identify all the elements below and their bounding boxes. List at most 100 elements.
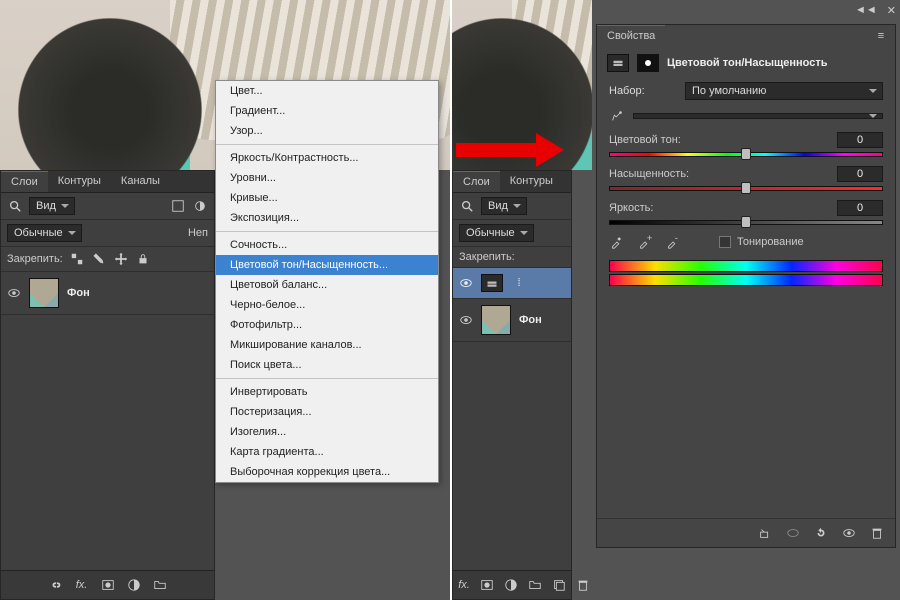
menu-item[interactable]: Инвертировать	[216, 382, 438, 402]
menu-item[interactable]: Яркость/Контрастность...	[216, 148, 438, 168]
color-range-select[interactable]	[633, 113, 883, 119]
blend-mode-select[interactable]: Обычные	[459, 224, 534, 242]
menu-item[interactable]: Сочность...	[216, 235, 438, 255]
saturation-label: Насыщенность:	[609, 168, 689, 180]
lock-paint-icon[interactable]	[91, 251, 107, 267]
adjustment-type-icon	[607, 54, 629, 72]
search-icon	[459, 198, 475, 214]
output-hue-strip	[609, 274, 883, 286]
input-hue-strip	[609, 260, 883, 272]
blend-mode-select[interactable]: Обычные	[7, 224, 82, 242]
menu-item[interactable]: Градиент...	[216, 101, 438, 121]
lock-label: Закрепить:	[7, 253, 63, 265]
svg-text:-: -	[675, 235, 678, 244]
tab-layers[interactable]: Слои	[1, 171, 48, 192]
panel-chrome: ◄◄ ✕	[855, 4, 896, 17]
lightness-value[interactable]: 0	[837, 200, 883, 216]
collapse-icon[interactable]: ◄◄	[855, 4, 877, 17]
menu-item[interactable]: Поиск цвета...	[216, 355, 438, 375]
layer-name: Фон	[519, 314, 542, 326]
preset-select[interactable]: По умолчанию	[685, 82, 883, 100]
fx-icon[interactable]: fx.	[74, 577, 90, 593]
trash-icon[interactable]	[869, 525, 885, 541]
eyedropper-icon[interactable]	[609, 234, 625, 250]
clip-to-layer-icon[interactable]	[757, 525, 773, 541]
menu-item[interactable]: Цветовой тон/Насыщенность...	[216, 255, 438, 275]
menu-item[interactable]: Выборочная коррекция цвета...	[216, 462, 438, 482]
layer-mask-icon[interactable]	[637, 54, 659, 72]
menu-item[interactable]: Экспозиция...	[216, 208, 438, 228]
lock-transparent-icon[interactable]	[69, 251, 85, 267]
properties-title: Цветовой тон/Насыщенность	[667, 57, 828, 69]
eye-icon[interactable]	[7, 286, 21, 300]
tab-properties[interactable]: Свойства	[597, 25, 665, 46]
lock-move-icon[interactable]	[113, 251, 129, 267]
lightness-slider[interactable]	[609, 216, 883, 226]
lightness-label: Яркость:	[609, 202, 653, 214]
layer-thumbnail	[481, 305, 511, 335]
menu-item[interactable]: Узор...	[216, 121, 438, 141]
reset-icon[interactable]	[813, 525, 829, 541]
panel-menu-icon[interactable]: ≡	[873, 28, 889, 44]
lock-all-icon[interactable]	[135, 251, 151, 267]
menu-item[interactable]: Кривые...	[216, 188, 438, 208]
folder-icon[interactable]	[152, 577, 168, 593]
layer-row-adjustment[interactable]: ⁞	[453, 268, 571, 299]
eyedropper-minus-icon[interactable]: -	[665, 234, 681, 250]
view-previous-icon[interactable]	[785, 525, 801, 541]
folder-icon[interactable]	[528, 577, 542, 593]
fx-icon[interactable]: fx.	[458, 577, 470, 593]
saturation-slider[interactable]	[609, 182, 883, 192]
tab-channels[interactable]: Каналы	[111, 171, 170, 192]
adjustment-icon[interactable]	[126, 577, 142, 593]
mask-icon[interactable]	[480, 577, 494, 593]
menu-item[interactable]: Цвет...	[216, 81, 438, 101]
opacity-label: Неп	[188, 227, 208, 239]
new-adjustment-layer-menu: Цвет...Градиент...Узор... Яркость/Контрас…	[215, 80, 439, 483]
saturation-value[interactable]: 0	[837, 166, 883, 182]
eye-icon[interactable]	[459, 276, 473, 290]
layer-row-background[interactable]: Фон	[453, 299, 571, 342]
link-icon[interactable]	[48, 577, 64, 593]
adjustment-thumb	[481, 274, 503, 292]
hue-slider[interactable]	[609, 148, 883, 158]
filter-adjust-icon[interactable]	[192, 198, 208, 214]
search-icon	[7, 198, 23, 214]
new-layer-icon[interactable]	[552, 577, 566, 593]
tab-paths[interactable]: Контуры	[500, 171, 563, 192]
layer-name: Фон	[67, 287, 90, 299]
menu-item[interactable]: Изогелия...	[216, 422, 438, 442]
menu-item[interactable]: Уровни...	[216, 168, 438, 188]
layer-row-background[interactable]: Фон	[1, 272, 214, 315]
adjustment-icon[interactable]	[504, 577, 518, 593]
layers-panel: Слои Контуры Каналы Вид Обычные Неп Закр…	[0, 170, 215, 600]
menu-separator	[216, 144, 438, 145]
menu-item[interactable]: Черно-белое...	[216, 295, 438, 315]
colorize-label: Тонирование	[737, 236, 804, 248]
properties-panel: Свойства ≡ Цветовой тон/Насыщенность Наб…	[596, 24, 896, 548]
link-mask-icon[interactable]: ⁞	[511, 275, 527, 291]
close-icon[interactable]: ✕	[887, 4, 896, 17]
targeted-adjust-icon[interactable]	[609, 108, 625, 124]
tab-paths[interactable]: Контуры	[48, 171, 111, 192]
menu-item[interactable]: Микширование каналов...	[216, 335, 438, 355]
menu-item[interactable]: Постеризация...	[216, 402, 438, 422]
mask-icon[interactable]	[100, 577, 116, 593]
layers-panel: Слои Контуры Вид Обычные Закрепить: ⁞	[452, 170, 572, 600]
tab-layers[interactable]: Слои	[453, 171, 500, 192]
hue-value[interactable]: 0	[837, 132, 883, 148]
toggle-visibility-icon[interactable]	[841, 525, 857, 541]
filter-kind-select[interactable]: Вид	[481, 197, 527, 215]
menu-item[interactable]: Карта градиента...	[216, 442, 438, 462]
menu-separator	[216, 231, 438, 232]
menu-item[interactable]: Цветовой баланс...	[216, 275, 438, 295]
colorize-checkbox[interactable]	[719, 236, 731, 248]
eye-icon[interactable]	[459, 313, 473, 327]
trash-icon[interactable]	[576, 577, 590, 593]
eyedropper-plus-icon[interactable]: +	[637, 234, 653, 250]
filter-pixel-icon[interactable]	[170, 198, 186, 214]
lock-label: Закрепить:	[459, 251, 515, 263]
menu-item[interactable]: Фотофильтр...	[216, 315, 438, 335]
preset-label: Набор:	[609, 85, 677, 97]
filter-kind-select[interactable]: Вид	[29, 197, 75, 215]
